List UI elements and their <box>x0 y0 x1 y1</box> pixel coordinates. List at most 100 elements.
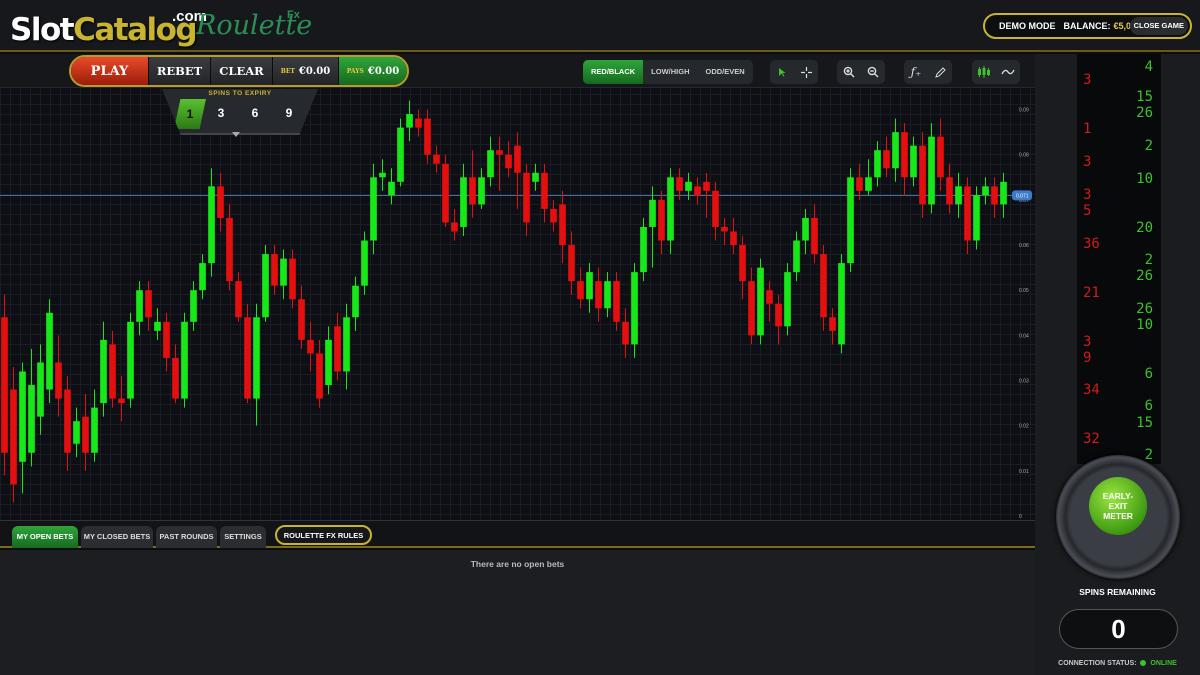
candle-body <box>361 240 368 286</box>
ticker-number: 4 <box>1144 59 1153 75</box>
chart-type-tools <box>972 60 1020 84</box>
candle <box>262 245 269 322</box>
ticker-number: 15 <box>1136 89 1153 105</box>
y-tick-label: 0.06 <box>1019 243 1029 249</box>
play-button[interactable]: PLAY <box>71 57 149 85</box>
cursor-icon[interactable] <box>770 60 794 84</box>
candle-body <box>163 321 170 358</box>
candle-body <box>433 154 440 164</box>
candle <box>604 272 611 318</box>
candle <box>631 263 638 358</box>
no-open-bets-message: There are no open bets <box>470 559 565 569</box>
candle-body <box>217 186 224 218</box>
candlestick-chart[interactable]: 0.090.080.070.060.050.040.030.020.0100.0… <box>0 88 1035 520</box>
candle-body <box>928 136 935 205</box>
candle <box>478 168 485 209</box>
candle <box>127 312 134 408</box>
candle <box>865 159 872 196</box>
candle <box>919 132 926 218</box>
crosshair-icon[interactable] <box>794 60 818 84</box>
candle <box>208 168 215 277</box>
candle-body <box>226 217 233 282</box>
bet-type-red-black[interactable]: RED/BLACK <box>583 60 644 84</box>
bet-display: BET €0.00 <box>273 57 339 85</box>
rebet-button[interactable]: REBET <box>149 57 211 85</box>
candle-body <box>64 389 71 453</box>
ticker-number: 3 <box>1083 334 1092 350</box>
candle-body <box>730 231 737 246</box>
spins-to-expiry-panel: SPINS TO EXPIRY 1 3 6 9 <box>162 89 318 135</box>
spin-option-6[interactable]: 6 <box>242 106 268 120</box>
line-chart-icon[interactable] <box>996 60 1020 84</box>
candle <box>424 109 431 164</box>
candle-body <box>235 281 242 318</box>
roulette-fx-rules-button[interactable]: ROULETTE FX RULES <box>275 525 372 545</box>
candle <box>55 335 62 417</box>
y-tick-label: 0.02 <box>1019 424 1029 430</box>
bet-label: BET <box>280 67 295 75</box>
zoom-in-icon[interactable] <box>837 60 861 84</box>
ticker-number: 1 <box>1083 121 1092 137</box>
ticker-number: 6 <box>1144 398 1153 414</box>
candle-body <box>82 416 89 453</box>
candle-body <box>820 254 827 318</box>
pencil-icon[interactable] <box>928 60 952 84</box>
candle <box>325 326 332 395</box>
candle <box>568 231 575 295</box>
candle-body <box>766 290 773 304</box>
draw-tools: ƒ₊ <box>904 60 952 84</box>
zoom-out-icon[interactable] <box>861 60 885 84</box>
candle <box>532 163 539 191</box>
candle <box>964 177 971 255</box>
candle <box>460 163 467 236</box>
status-dot-icon <box>1140 660 1147 667</box>
candle <box>82 394 89 471</box>
candle-body <box>568 245 575 282</box>
candle <box>901 123 908 196</box>
tab-settings[interactable]: SETTINGS <box>220 526 266 548</box>
candle-body <box>190 290 197 322</box>
candle-body <box>694 186 701 196</box>
candle-body <box>811 217 818 255</box>
candle <box>514 132 521 209</box>
tab-my-open-bets[interactable]: MY OPEN BETS <box>12 526 78 548</box>
candle-body <box>748 281 755 336</box>
chart-area: PLAY REBET CLEAR BET €0.00 PAYS €0.00 RED/… <box>0 54 1035 520</box>
spin-option-1[interactable]: 1 <box>174 99 206 129</box>
bet-type-low-high[interactable]: LOW/HIGH <box>643 60 697 84</box>
early-exit-meter-button[interactable]: EARLY-EXIT METER <box>1089 477 1147 535</box>
candle-body <box>280 258 287 286</box>
candle-body <box>46 312 53 390</box>
function-icon[interactable]: ƒ₊ <box>904 60 928 84</box>
candle <box>190 281 197 331</box>
candlestick-icon[interactable] <box>972 60 996 84</box>
tab-past-rounds[interactable]: PAST ROUNDS <box>156 526 217 548</box>
candle <box>595 267 602 322</box>
candle-body <box>901 132 908 178</box>
spin-option-3[interactable]: 3 <box>208 106 234 120</box>
candle-body <box>325 339 332 386</box>
tab-my-closed-bets[interactable]: MY CLOSED BETS <box>81 526 153 548</box>
spins-remaining-value: 0 <box>1059 609 1178 649</box>
candle <box>721 217 728 246</box>
connection-status-label: CONNECTION STATUS: <box>1058 660 1137 667</box>
candle <box>748 267 755 345</box>
candle <box>1 294 8 476</box>
close-game-button[interactable]: CLOSE GAME <box>1129 17 1188 35</box>
clear-button[interactable]: CLEAR <box>211 57 273 85</box>
candle <box>280 249 287 300</box>
candle <box>10 366 17 503</box>
candle <box>226 204 233 291</box>
candle-body <box>667 177 674 241</box>
candle <box>1000 172 1007 218</box>
ticker-number: 32 <box>1083 431 1100 447</box>
bet-type-odd-even[interactable]: ODD/EVEN <box>698 60 753 84</box>
candle <box>181 312 188 408</box>
candle <box>451 208 458 241</box>
candle <box>433 145 440 173</box>
candle <box>559 190 566 264</box>
chevron-down-icon[interactable] <box>232 132 240 137</box>
spin-option-9[interactable]: 9 <box>276 106 302 120</box>
candle <box>100 321 107 417</box>
candle <box>937 118 944 191</box>
